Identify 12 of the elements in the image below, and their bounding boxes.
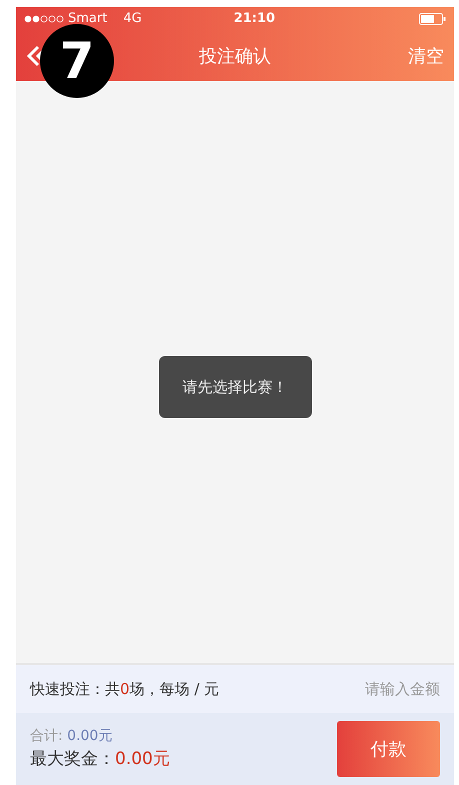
clear-button[interactable]: 清空 <box>408 42 444 70</box>
total-text: 合计: 0.00元 <box>30 726 114 746</box>
quick-bet-label: 快速投注：共0场，每场 / 元 <box>30 678 220 700</box>
amount-input-field[interactable]: 请输入金额 <box>330 678 440 700</box>
page-title: 投注确认 <box>199 44 271 68</box>
status-time: 21:10 <box>234 10 276 28</box>
battery-icon <box>419 13 446 25</box>
toast-message: 请先选择比赛！ <box>158 356 312 418</box>
signal-icon <box>24 15 64 23</box>
network-type: 4G <box>123 10 142 28</box>
max-prize-text: 最大奖金：0.00元 <box>30 748 170 771</box>
pay-button[interactable]: 付款 <box>337 721 440 777</box>
